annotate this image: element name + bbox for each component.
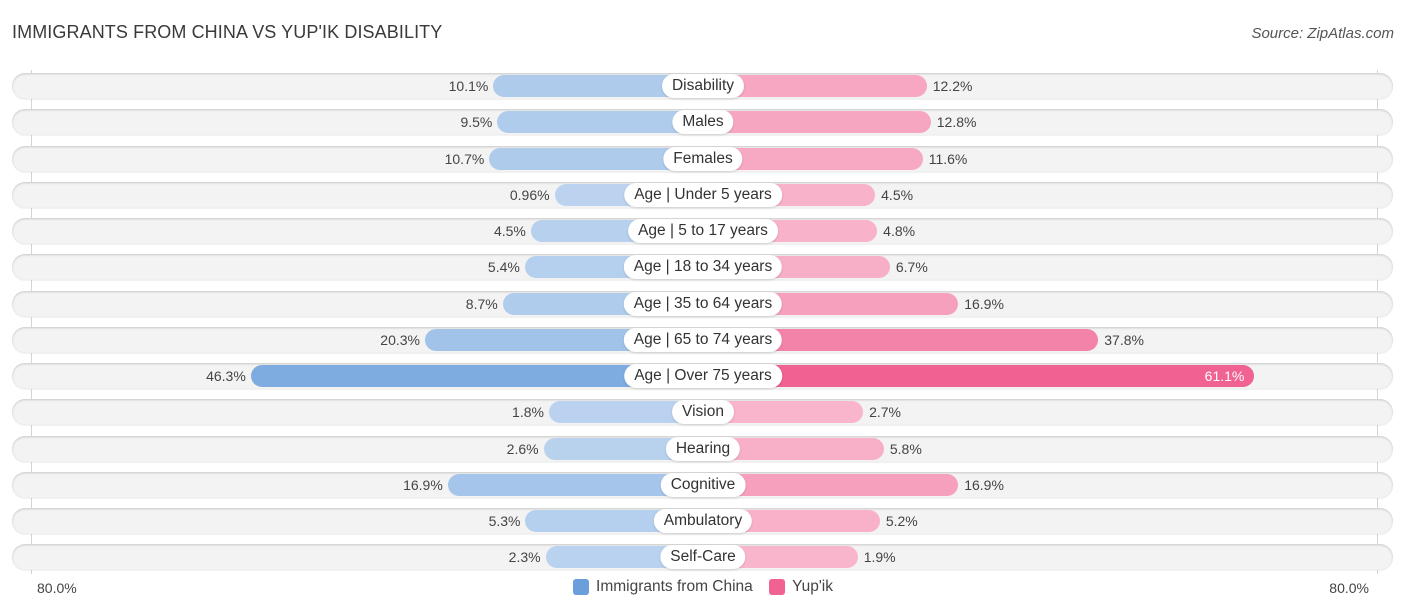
value-label-right: 12.2% [932,78,973,94]
category-label: Cognitive [660,472,746,497]
category-label: Age | 35 to 64 years [623,291,783,316]
bar-yupik-males[interactable] [703,111,931,134]
value-label-left: 4.5% [493,223,526,239]
value-label-right: 5.2% [885,513,918,529]
value-label-left: 5.4% [487,259,520,276]
value-label-left: 20.3% [380,331,420,348]
value-label-right: 2.7% [869,404,901,421]
category-label: Age | 5 to 17 years [628,219,778,243]
category-label: Hearing [665,436,741,461]
value-label-left: 1.8% [512,404,544,421]
value-label-left: 9.5% [460,114,493,131]
legend-label: Yup'ik [792,578,833,595]
bar-yupik-age-over-75-years[interactable] [703,365,1255,387]
legend: Immigrants from China Yup'ik [0,578,1406,600]
value-label-right: 1.9% [863,549,896,566]
category-label: Ambulatory [653,509,753,533]
value-label-left: 16.9% [403,476,443,493]
category-label: Vision [672,400,734,425]
value-label-right: 16.9% [964,295,1004,312]
legend-swatch-blue [573,579,590,595]
legend-label: Immigrants from China [596,578,753,595]
value-label-left: 0.96% [509,186,550,203]
category-label: Age | 65 to 74 years [623,327,783,352]
category-label: Disability [661,74,745,98]
value-label-right: 4.5% [881,186,914,203]
category-label: Self-Care [660,545,746,570]
value-label-right: 6.7% [895,259,928,276]
chart-area: Disability 10.1% 12.2% Males 9.5% 12.8% Female… [0,0,1406,612]
category-label: Age | 18 to 34 years [623,255,783,280]
value-label-left: 2.6% [506,440,539,457]
category-label: Age | Under 5 years [624,182,782,207]
category-label: Age | Over 75 years [624,364,782,388]
value-label-right: 37.8% [1104,331,1144,348]
legend-item-yupik[interactable]: Yup'ik [769,578,833,596]
category-label: Males [672,110,734,135]
value-label-left: 2.3% [508,549,541,566]
category-label: Females [663,146,743,171]
value-label-left: 10.1% [448,78,489,94]
legend-item-immigrants-from-china[interactable]: Immigrants from China [573,578,753,596]
value-label-right: 16.9% [964,476,1004,493]
value-label-right: 11.6% [928,150,968,167]
legend-swatch-pink [769,579,786,595]
value-label-left: 10.7% [444,150,485,167]
value-label-right: 4.8% [883,223,916,239]
value-label-left: 5.3% [488,513,521,529]
value-label-right: 12.8% [936,114,977,131]
value-label-right: 61.1% [1204,368,1245,384]
value-label-left: 8.7% [465,295,498,312]
value-label-left: 46.3% [206,368,246,384]
value-label-right: 5.8% [889,440,922,457]
